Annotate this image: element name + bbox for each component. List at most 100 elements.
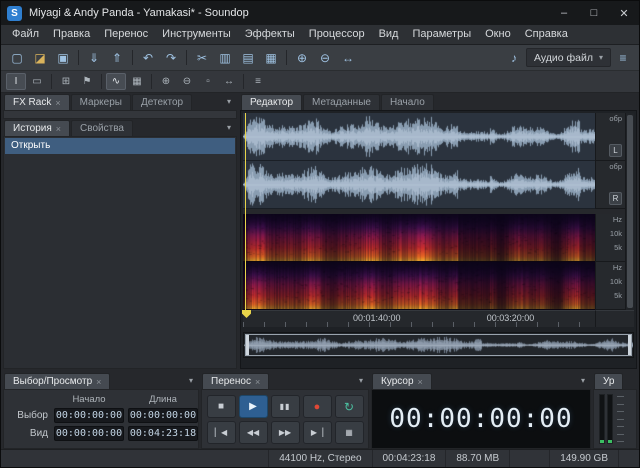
loop-playback-button[interactable]: ↻ [334,395,364,418]
zoom-out-button[interactable]: ⊖ [314,48,336,68]
waveform-left-channel[interactable] [243,113,595,161]
import-file-button[interactable]: ⇓ [83,48,105,68]
save-file-button[interactable]: ▣ [52,48,74,68]
menu-tools[interactable]: Инструменты [155,25,238,44]
tab-markers[interactable]: Маркеры [70,94,131,110]
toolbar-separator [186,50,187,65]
tab-history[interactable]: История × [4,120,71,136]
time-select-tool-button[interactable]: I [6,73,26,90]
panel-layout-button[interactable]: ≡ [612,48,634,68]
tab-editor[interactable]: Редактор [241,94,303,110]
spectrogram-left-channel[interactable] [243,214,595,262]
rewind-button[interactable]: ◀◀ [238,421,268,444]
maximize-button[interactable]: □ [579,1,609,25]
zoom-full-button[interactable]: ↔ [337,48,359,68]
spectral-view-toggle-button[interactable]: ▦ [127,73,147,90]
fast-forward-button[interactable]: ▶▶ [270,421,300,444]
zoom-in-tool-button[interactable]: ⊕ [156,73,176,90]
go-to-end-button[interactable]: ▶▕ [302,421,332,444]
undo-button[interactable]: ↶ [137,48,159,68]
menu-file[interactable]: Файл [5,25,46,44]
main-toolbar: ▢ ◪ ▣ ⇓ ⇑ ↶ ↷ ✂ ▥ ▤ ▦ ⊕ ⊖ ↔ ♪ Аудио файл… [1,45,639,71]
tab-metadata[interactable]: Метаданные [303,94,380,110]
panel-menu-icon[interactable]: ▾ [222,123,236,132]
zoom-in-button[interactable]: ⊕ [291,48,313,68]
close-button[interactable]: ✕ [609,1,639,25]
frequency-ruler-left[interactable]: Hz 10k 5k [595,214,625,262]
play-options-button[interactable]: ▦ [334,421,364,444]
vertical-scrollbar[interactable] [625,113,634,310]
zoom-selection-tool-button[interactable]: ▫ [198,73,218,90]
mix-paste-button[interactable]: ▦ [260,48,282,68]
selection-length-field[interactable]: 00:00:00:00 [128,408,198,423]
export-file-button[interactable]: ⇑ [106,48,128,68]
spectrogram-right-channel[interactable] [243,262,595,310]
tab-selection-view[interactable]: Выбор/Просмотр × [4,373,111,389]
tab-levels[interactable]: Ур [594,373,624,389]
timeline-corner [595,310,634,327]
scroll-view-tool-button[interactable]: ↔ [219,73,239,90]
menu-processor[interactable]: Процессор [302,25,372,44]
workspace-selector[interactable]: Аудио файл ▾ [525,48,611,67]
range-select-tool-button[interactable]: ▭ [27,73,47,90]
cut-button[interactable]: ✂ [191,48,213,68]
menu-edit[interactable]: Правка [46,25,97,44]
panel-menu-icon[interactable]: ▾ [576,376,590,385]
close-tab-icon[interactable]: × [255,377,260,387]
waveform-view-toggle-button[interactable]: ∿ [106,73,126,90]
left-channel-button[interactable]: L [609,144,622,157]
pause-button[interactable]: ▮▮ [270,395,300,418]
paste-button[interactable]: ▤ [237,48,259,68]
tab-label: Перенос [211,376,251,387]
open-file-button[interactable]: ◪ [29,48,51,68]
overview-strip[interactable] [243,332,634,358]
tab-properties[interactable]: Свойства [71,120,133,136]
record-button[interactable]: ● [302,395,332,418]
scrollbar-thumb[interactable] [627,115,633,308]
panel-menu-icon[interactable]: ▾ [354,376,368,385]
close-tab-icon[interactable]: × [55,98,60,108]
menu-window[interactable]: Окно [478,25,518,44]
selection-start-field[interactable]: 00:00:00:00 [54,408,124,423]
stop-button[interactable]: ■ [206,395,236,418]
waveform-right-channel[interactable] [243,161,595,209]
panel-menu-icon[interactable]: ▾ [222,97,236,106]
menu-transport[interactable]: Перенос [97,25,155,44]
timeline-ruler[interactable]: 00:01:40:00 00:03:20:00 [243,310,595,327]
close-tab-icon[interactable]: × [418,377,423,387]
frequency-ruler-right[interactable]: Hz 10k 5k [595,262,625,310]
menu-options[interactable]: Параметры [405,25,478,44]
cursor-time-display[interactable]: 00:00:00:00 [389,404,572,434]
amplitude-ruler-left[interactable]: обр L [595,113,625,161]
redo-button[interactable]: ↷ [160,48,182,68]
tools-menu-button[interactable]: ≡ [248,73,268,90]
amplitude-ruler-right[interactable]: обр R [595,161,625,209]
panel-menu-icon[interactable]: ▾ [184,376,198,385]
menu-effects[interactable]: Эффекты [238,25,302,44]
new-file-button[interactable]: ▢ [6,48,28,68]
view-start-field[interactable]: 00:00:00:00 [54,426,124,441]
zoom-out-tool-button[interactable]: ⊖ [177,73,197,90]
copy-button[interactable]: ▥ [214,48,236,68]
history-item-open[interactable]: Открыть [5,138,235,154]
close-tab-icon[interactable]: × [56,124,61,134]
tab-start[interactable]: Начало [380,94,434,110]
menu-view[interactable]: Вид [372,25,406,44]
audio-device-icon[interactable]: ♪ [503,48,525,68]
titlebar[interactable]: S Miyagi & Andy Panda - Yamakasi* - Soun… [1,1,639,25]
tab-cursor[interactable]: Курсор × [372,373,432,389]
marker-tool-button[interactable]: ⚑ [77,73,97,90]
playhead-cursor[interactable] [245,113,246,310]
minimize-button[interactable]: – [549,1,579,25]
tab-detector[interactable]: Детектор [131,94,193,110]
right-channel-button[interactable]: R [609,192,622,205]
go-to-start-button[interactable]: ▏◀ [206,421,236,444]
view-length-field[interactable]: 00:04:23:18 [128,426,198,441]
tab-transport[interactable]: Перенос × [202,373,270,389]
menu-help[interactable]: Справка [518,25,575,44]
tab-fx-rack[interactable]: FX Rack × [4,94,70,110]
snap-toggle-button[interactable]: ⊞ [56,73,76,90]
play-button[interactable]: ▶ [238,395,268,418]
close-tab-icon[interactable]: × [96,377,101,387]
transport-tabbar: Перенос × ▾ [201,372,369,389]
